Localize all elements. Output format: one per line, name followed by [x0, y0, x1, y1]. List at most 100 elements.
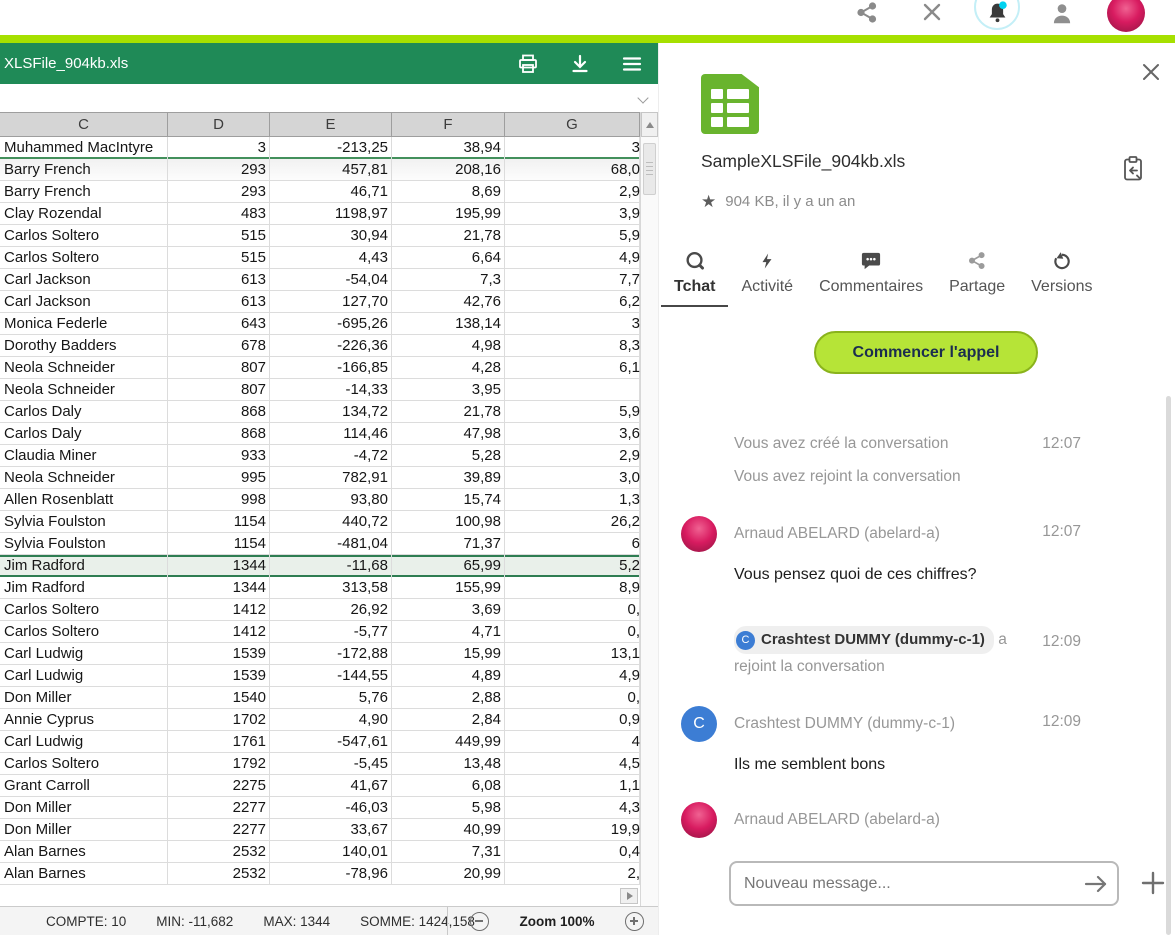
- table-cell[interactable]: 1539: [168, 643, 270, 665]
- table-cell[interactable]: Clay Rozendal: [0, 203, 168, 225]
- table-cell[interactable]: 5,76: [270, 687, 392, 709]
- table-cell[interactable]: -5,45: [270, 753, 392, 775]
- table-cell[interactable]: 1198,97: [270, 203, 392, 225]
- table-cell[interactable]: 2277: [168, 819, 270, 841]
- table-cell[interactable]: -547,61: [270, 731, 392, 753]
- table-cell[interactable]: 4,71: [392, 621, 505, 643]
- table-cell[interactable]: 0,: [505, 621, 640, 643]
- table-cell[interactable]: 26,92: [270, 599, 392, 621]
- tab-commentaires[interactable]: Commentaires: [806, 246, 936, 307]
- table-cell[interactable]: Don Miller: [0, 687, 168, 709]
- table-cell[interactable]: 3: [168, 137, 270, 159]
- table-cell[interactable]: 208,16: [392, 159, 505, 181]
- table-cell[interactable]: 1412: [168, 621, 270, 643]
- table-cell[interactable]: 1412: [168, 599, 270, 621]
- table-cell[interactable]: 30,94: [270, 225, 392, 247]
- table-row[interactable]: Carlos Soltero1412-5,774,710,: [0, 621, 640, 643]
- table-cell[interactable]: 13,1: [505, 643, 640, 665]
- table-cell[interactable]: 515: [168, 247, 270, 269]
- table-row[interactable]: Alan Barnes2532-78,9620,992,: [0, 863, 640, 885]
- table-cell[interactable]: 21,78: [392, 225, 505, 247]
- table-cell[interactable]: 313,58: [270, 577, 392, 599]
- column-header[interactable]: F: [392, 113, 505, 136]
- table-cell[interactable]: 7,31: [392, 841, 505, 863]
- table-cell[interactable]: 4,89: [392, 665, 505, 687]
- table-cell[interactable]: 449,99: [392, 731, 505, 753]
- table-row[interactable]: Allen Rosenblatt99893,8015,741,3: [0, 489, 640, 511]
- table-cell[interactable]: 2277: [168, 797, 270, 819]
- table-cell[interactable]: 998: [168, 489, 270, 511]
- table-row[interactable]: Grant Carroll227541,676,081,1: [0, 775, 640, 797]
- table-cell[interactable]: Neola Schneider: [0, 357, 168, 379]
- table-cell[interactable]: 8,3: [505, 335, 640, 357]
- table-cell[interactable]: 643: [168, 313, 270, 335]
- table-row[interactable]: Neola Schneider995782,9139,893,0: [0, 467, 640, 489]
- table-row[interactable]: Dorothy Badders678-226,364,988,3: [0, 335, 640, 357]
- table-cell[interactable]: 8,9: [505, 577, 640, 599]
- table-cell[interactable]: 127,70: [270, 291, 392, 313]
- table-row[interactable]: Jim Radford1344-11,6865,995,2: [0, 555, 640, 577]
- contacts-icon[interactable]: [1049, 0, 1075, 32]
- table-cell[interactable]: -213,25: [270, 137, 392, 159]
- table-cell[interactable]: -14,33: [270, 379, 392, 401]
- table-cell[interactable]: Carl Jackson: [0, 269, 168, 291]
- table-cell[interactable]: Carlos Soltero: [0, 247, 168, 269]
- table-row[interactable]: Sylvia Foulston1154440,72100,9826,2: [0, 511, 640, 533]
- table-cell[interactable]: 1792: [168, 753, 270, 775]
- table-row[interactable]: Clay Rozendal4831198,97195,993,9: [0, 203, 640, 225]
- table-cell[interactable]: 5,98: [392, 797, 505, 819]
- table-cell[interactable]: 3: [505, 137, 640, 159]
- table-row[interactable]: Jim Radford1344313,58155,998,9: [0, 577, 640, 599]
- table-cell[interactable]: -78,96: [270, 863, 392, 885]
- table-cell[interactable]: Carl Ludwig: [0, 665, 168, 687]
- table-cell[interactable]: 7,7: [505, 269, 640, 291]
- table-row[interactable]: Carlos Soltero1792-5,4513,484,5: [0, 753, 640, 775]
- zoom-out-button[interactable]: [470, 912, 489, 931]
- table-cell[interactable]: 15,99: [392, 643, 505, 665]
- table-cell[interactable]: Barry French: [0, 181, 168, 203]
- table-cell[interactable]: 40,99: [392, 819, 505, 841]
- table-cell[interactable]: Carl Ludwig: [0, 643, 168, 665]
- table-cell[interactable]: 134,72: [270, 401, 392, 423]
- column-header[interactable]: E: [270, 113, 392, 136]
- table-cell[interactable]: 6,1: [505, 357, 640, 379]
- table-cell[interactable]: 2,9: [505, 181, 640, 203]
- table-cell[interactable]: 807: [168, 379, 270, 401]
- table-cell[interactable]: Grant Carroll: [0, 775, 168, 797]
- table-cell[interactable]: 613: [168, 269, 270, 291]
- table-cell[interactable]: Dorothy Badders: [0, 335, 168, 357]
- table-cell[interactable]: Barry French: [0, 159, 168, 181]
- table-cell[interactable]: 1154: [168, 511, 270, 533]
- table-cell[interactable]: 140,01: [270, 841, 392, 863]
- table-cell[interactable]: 293: [168, 159, 270, 181]
- table-cell[interactable]: 0,9: [505, 709, 640, 731]
- message-input[interactable]: [731, 875, 1079, 893]
- table-cell[interactable]: 483: [168, 203, 270, 225]
- table-cell[interactable]: 3,0: [505, 467, 640, 489]
- vertical-scrollbar[interactable]: [640, 112, 658, 929]
- table-cell[interactable]: 6,64: [392, 247, 505, 269]
- table-cell[interactable]: -481,04: [270, 533, 392, 555]
- table-cell[interactable]: 6,2: [505, 291, 640, 313]
- table-cell[interactable]: Don Miller: [0, 819, 168, 841]
- table-row[interactable]: Carlos Soltero51530,9421,785,9: [0, 225, 640, 247]
- table-cell[interactable]: -54,04: [270, 269, 392, 291]
- table-cell[interactable]: 293: [168, 181, 270, 203]
- table-cell[interactable]: 613: [168, 291, 270, 313]
- table-row[interactable]: Carl Ludwig1539-172,8815,9913,1: [0, 643, 640, 665]
- table-cell[interactable]: 20,99: [392, 863, 505, 885]
- table-cell[interactable]: 457,81: [270, 159, 392, 181]
- column-header[interactable]: C: [0, 113, 168, 136]
- table-cell[interactable]: 5,9: [505, 401, 640, 423]
- table-cell[interactable]: 114,46: [270, 423, 392, 445]
- column-header[interactable]: G: [505, 113, 640, 136]
- table-cell[interactable]: 100,98: [392, 511, 505, 533]
- table-cell[interactable]: Carlos Soltero: [0, 599, 168, 621]
- table-cell[interactable]: 2,84: [392, 709, 505, 731]
- table-cell[interactable]: 995: [168, 467, 270, 489]
- table-cell[interactable]: Carlos Daly: [0, 423, 168, 445]
- scroll-up-icon[interactable]: [641, 112, 658, 137]
- table-cell[interactable]: -695,26: [270, 313, 392, 335]
- menu-icon[interactable]: [620, 52, 644, 76]
- table-cell[interactable]: 782,91: [270, 467, 392, 489]
